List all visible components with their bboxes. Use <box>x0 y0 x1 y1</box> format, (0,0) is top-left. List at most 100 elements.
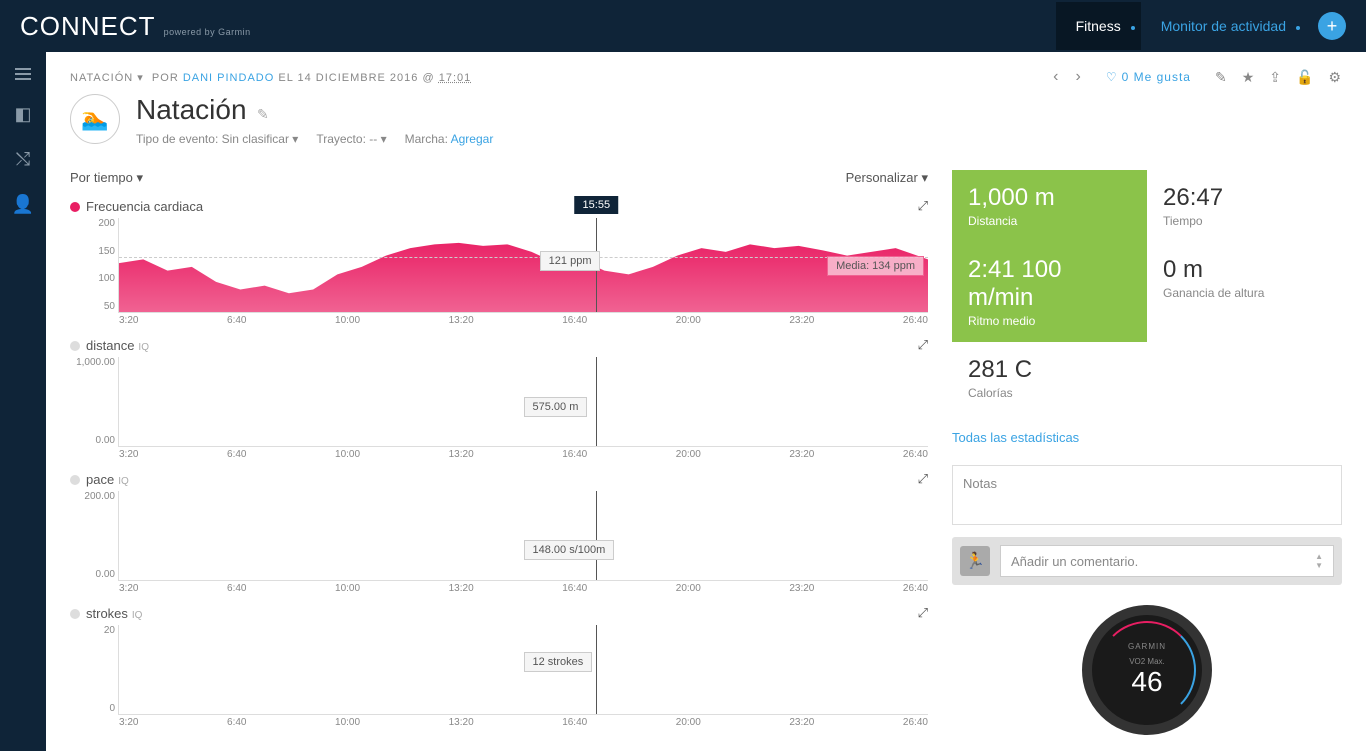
nav-activity-monitor[interactable]: Monitor de actividad <box>1141 2 1306 50</box>
activity-nav: ‹ › <box>1053 68 1082 86</box>
topbar: CONNECT powered by Garmin Fitness Monito… <box>0 0 1366 52</box>
route[interactable]: Trayecto: -- <box>316 132 377 146</box>
profile-icon[interactable]: 👤 <box>12 194 34 215</box>
pace-dot-icon <box>70 475 80 485</box>
dot-icon <box>1131 26 1135 30</box>
hr-xaxis: 3:206:4010:0013:2016:4020:0023:2026:40 <box>119 315 928 326</box>
notes-box[interactable]: Notas <box>952 465 1342 525</box>
nav-fitness[interactable]: Fitness <box>1056 2 1141 50</box>
swim-icon: 🏊 <box>70 94 120 144</box>
add-button[interactable]: + <box>1318 12 1346 40</box>
stat-time-value: 26:47 <box>1163 184 1326 212</box>
inbox-icon[interactable]: ◧ <box>14 104 31 125</box>
all-stats-link[interactable]: Todas las estadísticas <box>952 430 1342 445</box>
sidebar: ◧ ⤭ 👤 <box>0 52 46 751</box>
pace-chart-area[interactable]: 200.00 0.00 148.00 s/100m 3:206:4010:001… <box>118 491 928 581</box>
stat-time-label: Tiempo <box>1163 214 1326 228</box>
distance-xaxis: 3:206:4010:0013:2016:4020:0023:2026:40 <box>119 449 928 460</box>
like-count: 0 Me gusta <box>1122 70 1191 84</box>
edit-title-icon[interactable]: ✎ <box>257 106 269 122</box>
main-content: NATACIÓN ▾ POR DANI PINDADO EL 14 DICIEM… <box>46 52 1366 751</box>
watch-face: GARMIN VO2 Max. 46 <box>1082 605 1212 735</box>
logo: CONNECT powered by Garmin <box>20 11 251 42</box>
stat-calories-label: Calorías <box>968 386 1131 400</box>
shuffle-icon[interactable]: ⤭ <box>16 149 30 170</box>
chart-cursor[interactable] <box>596 491 597 580</box>
next-activity-icon[interactable]: › <box>1076 68 1082 86</box>
stat-calories-value: 281 C <box>968 356 1131 384</box>
hr-mean-line <box>119 257 928 258</box>
pace-chart: pace IQ ⤢ 200.00 0.00 148.00 s/100m 3:206… <box>70 471 928 581</box>
distance-chart-area[interactable]: 1,000.00 0.00 575.00 m 3:206:4010:0013:2… <box>118 357 928 447</box>
strokes-chart: strokes IQ ⤢ 20 0 12 strokes 3:206:4010:0… <box>70 605 928 715</box>
logo-tagline: powered by Garmin <box>164 27 251 37</box>
expand-icon[interactable]: ⤢ <box>918 605 928 621</box>
add-gear-link[interactable]: Agregar <box>451 132 494 146</box>
edit-icon[interactable]: ✎ <box>1215 69 1228 86</box>
toolbar-actions: ✎ ★ ⇪ 🔓 ⚙ <box>1215 69 1342 86</box>
lock-icon[interactable]: 🔓 <box>1296 69 1314 86</box>
stats-column: 1,000 m Distancia 26:47 Tiempo 2:41 100 … <box>952 170 1342 735</box>
breadcrumb: NATACIÓN ▾ POR DANI PINDADO EL 14 DICIEM… <box>70 71 471 84</box>
iq-badge: IQ <box>132 610 143 621</box>
expand-icon[interactable]: ⤢ <box>918 198 928 214</box>
gear-icon[interactable]: ⚙ <box>1328 69 1342 86</box>
hr-chart-area[interactable]: 200 150 100 50 15:55 121 ppm Media: 134 … <box>118 218 928 313</box>
chevron-down-icon[interactable]: ▾ <box>137 72 148 84</box>
breadcrumb-row: NATACIÓN ▾ POR DANI PINDADO EL 14 DICIEM… <box>70 68 1342 86</box>
time-marker: 15:55 <box>575 196 619 214</box>
menu-icon[interactable] <box>15 68 31 80</box>
hr-yaxis: 200 150 100 50 <box>75 218 115 312</box>
pace-tooltip: 148.00 s/100m <box>524 540 615 560</box>
like-button[interactable]: ♡ 0 Me gusta <box>1106 70 1191 84</box>
strokes-chart-area[interactable]: 20 0 12 strokes 3:206:4010:0013:2016:402… <box>118 625 928 715</box>
charts-column: Por tiempo ▾ Personalizar ▾ Frecuencia c… <box>70 170 928 735</box>
pace-chart-label: pace <box>86 472 114 487</box>
heart-icon: ♡ <box>1106 70 1118 84</box>
share-icon[interactable]: ⇪ <box>1269 69 1282 86</box>
expand-icon[interactable]: ⤢ <box>918 337 928 353</box>
hr-mean-label: Media: 134 ppm <box>827 256 924 276</box>
comment-input[interactable]: Añadir un comentario. ▲▼ <box>1000 545 1334 577</box>
pace-yaxis: 200.00 0.00 <box>75 491 115 580</box>
iq-badge: IQ <box>138 342 149 353</box>
breadcrumb-author[interactable]: DANI PINDADO <box>183 72 274 84</box>
strokes-yaxis: 20 0 <box>75 625 115 714</box>
prev-activity-icon[interactable]: ‹ <box>1053 68 1059 86</box>
nav-monitor-label: Monitor de actividad <box>1161 18 1286 34</box>
chart-cursor[interactable] <box>596 625 597 714</box>
stat-elevation-label: Ganancia de altura <box>1163 286 1326 300</box>
strokes-xaxis: 3:206:4010:0013:2016:4020:0023:2026:40 <box>119 717 928 728</box>
stat-distance: 1,000 m Distancia <box>952 170 1147 242</box>
stat-distance-label: Distancia <box>968 214 1131 228</box>
expand-icon[interactable]: ⤢ <box>918 471 928 487</box>
pace-xaxis: 3:206:4010:0013:2016:4020:0023:2026:40 <box>119 583 928 594</box>
gear-label: Marcha: <box>405 132 451 146</box>
device-widget: GARMIN VO2 Max. 46 <box>952 605 1342 735</box>
stat-time: 26:47 Tiempo <box>1147 170 1342 242</box>
comment-placeholder: Añadir un comentario. <box>1011 554 1138 569</box>
star-icon[interactable]: ★ <box>1242 69 1256 86</box>
chart-customize[interactable]: Personalizar ▾ <box>846 170 928 186</box>
hr-tooltip: 121 ppm <box>540 251 601 271</box>
strokes-dot-icon <box>70 609 80 619</box>
event-type[interactable]: Tipo de evento: Sin clasificar <box>136 132 289 146</box>
runner-icon: 🏃 <box>960 546 990 576</box>
logo-text: CONNECT <box>20 11 156 42</box>
hr-dot-icon <box>70 202 80 212</box>
stat-elevation: 0 m Ganancia de altura <box>1147 242 1342 342</box>
activity-subtitle: Tipo de evento: Sin clasificar ▾ Trayect… <box>136 132 493 146</box>
distance-chart-label: distance <box>86 338 134 353</box>
iq-badge: IQ <box>118 476 129 487</box>
chart-xaxis-mode[interactable]: Por tiempo ▾ <box>70 170 143 186</box>
chart-cursor[interactable] <box>596 357 597 446</box>
strokes-chart-label: strokes <box>86 606 128 621</box>
chevron-down-icon[interactable]: ▼ <box>1315 561 1323 570</box>
at-symbol: @ <box>422 72 438 84</box>
dot-icon <box>1296 26 1300 30</box>
chevron-up-icon[interactable]: ▲ <box>1315 552 1323 561</box>
watch-ring <box>1098 621 1196 719</box>
breadcrumb-date: EL 14 DICIEMBRE 2016 <box>278 72 422 84</box>
breadcrumb-category[interactable]: NATACIÓN <box>70 72 133 84</box>
stat-pace-value: 2:41 100 m/min <box>968 256 1131 312</box>
